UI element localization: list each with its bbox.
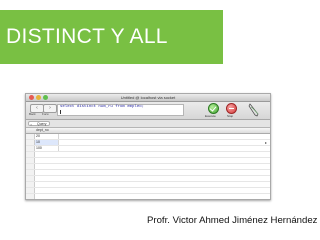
author-credit: Profr. Victor Ahmed Jiménez Hernández (147, 215, 318, 226)
slide-title: DISTINCT Y ALL (6, 25, 168, 48)
results-grid: dept_no 20 ▸ 10 100 (26, 128, 270, 199)
forward-label: Forw (42, 112, 49, 116)
tab-query[interactable]: × Query (28, 121, 50, 127)
tab-label: Query (37, 122, 47, 126)
arrow-right-icon: › (49, 105, 51, 111)
window-title: Untitled @ localhost via socket (120, 95, 176, 100)
table-cell[interactable]: 20 (35, 134, 59, 139)
sql-query-editor[interactable]: select distinct num_ru from empleo; (57, 104, 184, 116)
execute-button[interactable] (208, 103, 219, 114)
stop-button[interactable] (226, 103, 237, 114)
back-label: Back (29, 112, 36, 116)
pen-icon[interactable] (248, 103, 260, 117)
arrow-left-icon: ‹ (36, 105, 38, 111)
window-titlebar: Untitled @ localhost via socket (26, 94, 270, 102)
table-cell[interactable]: 100 (35, 146, 59, 151)
close-icon[interactable]: × (30, 122, 32, 127)
empty-row (26, 188, 270, 194)
toolbar: ‹ Back › Forw select distinct num_ru fro… (26, 102, 270, 120)
table-cell[interactable]: 10 (35, 140, 59, 145)
sql-query-text: select distinct num_ru from empleo; (60, 105, 145, 109)
column-header[interactable]: dept_no (36, 128, 49, 133)
query-browser-window: Untitled @ localhost via socket ‹ Back ›… (25, 93, 271, 200)
text-caret (60, 110, 61, 114)
result-tabbar: × Query (26, 120, 270, 128)
stop-label: Stop (227, 114, 234, 118)
execute-label: Execute (205, 114, 216, 118)
